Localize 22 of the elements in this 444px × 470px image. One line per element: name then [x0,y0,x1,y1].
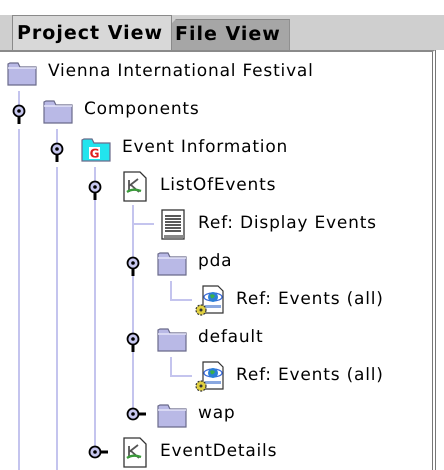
expand-handle[interactable] [88,445,108,459]
web-document-icon [194,360,226,392]
tree-item-label[interactable]: Components [84,97,200,123]
tree-item-label[interactable]: Ref: Events (all) [236,287,384,313]
tree-item-label[interactable]: pda [198,249,232,275]
tab[interactable]: Project View [12,15,172,50]
collapse-handle[interactable] [126,256,140,276]
tab[interactable]: File View [170,19,290,50]
collapse-handle[interactable] [50,142,64,162]
tree-item-label[interactable]: Event Information [122,135,288,161]
collapse-handle[interactable] [12,104,26,124]
tree-item-label[interactable]: default [198,325,264,351]
tree-item-label[interactable]: ListOfEvents [160,173,276,199]
expand-handle[interactable] [126,407,146,421]
tree-item-label[interactable]: Ref: Events (all) [236,363,384,389]
tree-item-label[interactable]: Vienna International Festival [48,59,314,85]
web-document-icon [194,284,226,316]
tree-item-label[interactable]: EventDetails [160,439,278,465]
collapse-handle[interactable] [88,180,102,200]
tree-item-label[interactable]: wap [198,401,236,427]
collapse-handle[interactable] [126,332,140,352]
tree-item-label[interactable]: Ref: Display Events [198,211,377,237]
